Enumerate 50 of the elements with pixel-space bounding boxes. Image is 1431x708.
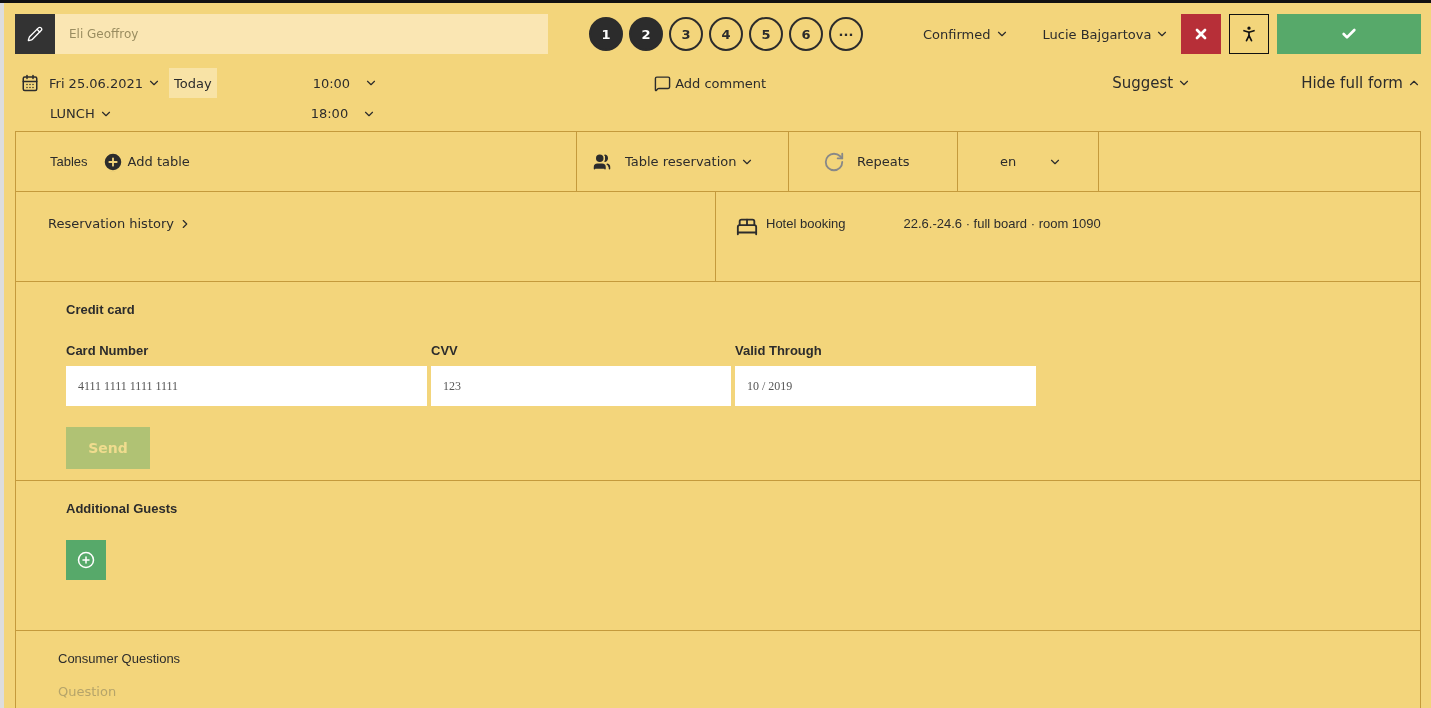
speech-bubble-icon — [654, 74, 672, 92]
consumer-questions-title: Consumer Questions — [58, 651, 182, 666]
field-label: Card Number — [66, 343, 150, 358]
calendar-icon — [21, 74, 39, 92]
close-icon — [1193, 26, 1209, 42]
add-comment-button[interactable]: Add comment — [654, 74, 767, 92]
step-button[interactable]: 2 — [629, 17, 663, 51]
today-button[interactable]: Today — [169, 68, 217, 98]
add-table-button[interactable]: Add table — [101, 150, 190, 173]
status-dropdown[interactable]: Confirmed — [923, 26, 1009, 42]
repeats-button[interactable]: Repeats — [823, 150, 910, 173]
step-button[interactable]: ··· — [829, 17, 863, 51]
cancel-button[interactable] — [1181, 14, 1221, 54]
plus-circle-icon — [101, 150, 124, 173]
hotel-booking-label: Hotel booking — [766, 216, 846, 231]
language-dropdown[interactable]: en — [1000, 154, 1063, 169]
field-label: Valid Through — [735, 343, 823, 358]
hide-form-toggle[interactable]: Hide full form — [1301, 74, 1421, 92]
tables-label: Tables — [50, 154, 88, 169]
card-input[interactable]: 123 — [431, 366, 731, 406]
meal-dropdown[interactable]: LUNCH — [50, 106, 113, 121]
person-button[interactable] — [1229, 14, 1269, 54]
step-button[interactable]: 5 — [749, 17, 783, 51]
pencil-icon — [27, 26, 43, 42]
question-field[interactable]: Question — [58, 684, 1378, 699]
bed-icon — [736, 216, 758, 238]
card-input[interactable]: 10 / 2019 — [735, 366, 1036, 406]
reservation-type-dropdown[interactable]: Table reservation — [625, 154, 755, 169]
name-field[interactable]: Eli Geoffroy — [55, 14, 548, 54]
add-guest-button[interactable] — [66, 540, 106, 580]
edit-button[interactable] — [15, 14, 55, 54]
additional-guests-title: Additional Guests — [66, 501, 179, 516]
date-dropdown[interactable]: Fri 25.06.2021 — [49, 75, 162, 91]
people-icon — [593, 152, 611, 171]
step-button[interactable]: 1 — [589, 17, 623, 51]
refresh-icon — [823, 150, 845, 173]
card-input[interactable]: 4111 1111 1111 1111 — [66, 366, 427, 406]
end-time-dropdown[interactable]: 18:00 — [310, 106, 377, 121]
reservation-history-link[interactable]: Reservation history — [48, 216, 192, 231]
user-dropdown[interactable]: Lucie Bajgartova — [1042, 26, 1170, 42]
step-button[interactable]: 3 — [669, 17, 703, 51]
step-button[interactable]: 6 — [789, 17, 823, 51]
step-button[interactable]: 4 — [709, 17, 743, 51]
check-icon — [1341, 26, 1357, 42]
hotel-booking-details: 22.6.-24.6 · full board · room 1090 — [903, 216, 1101, 231]
start-time-dropdown[interactable]: 10:00 — [312, 75, 379, 91]
suggest-dropdown[interactable]: Suggest — [1112, 74, 1192, 92]
credit-card-title: Credit card — [66, 302, 136, 317]
plus-icon — [77, 551, 95, 569]
field-label: CVV — [431, 343, 459, 358]
